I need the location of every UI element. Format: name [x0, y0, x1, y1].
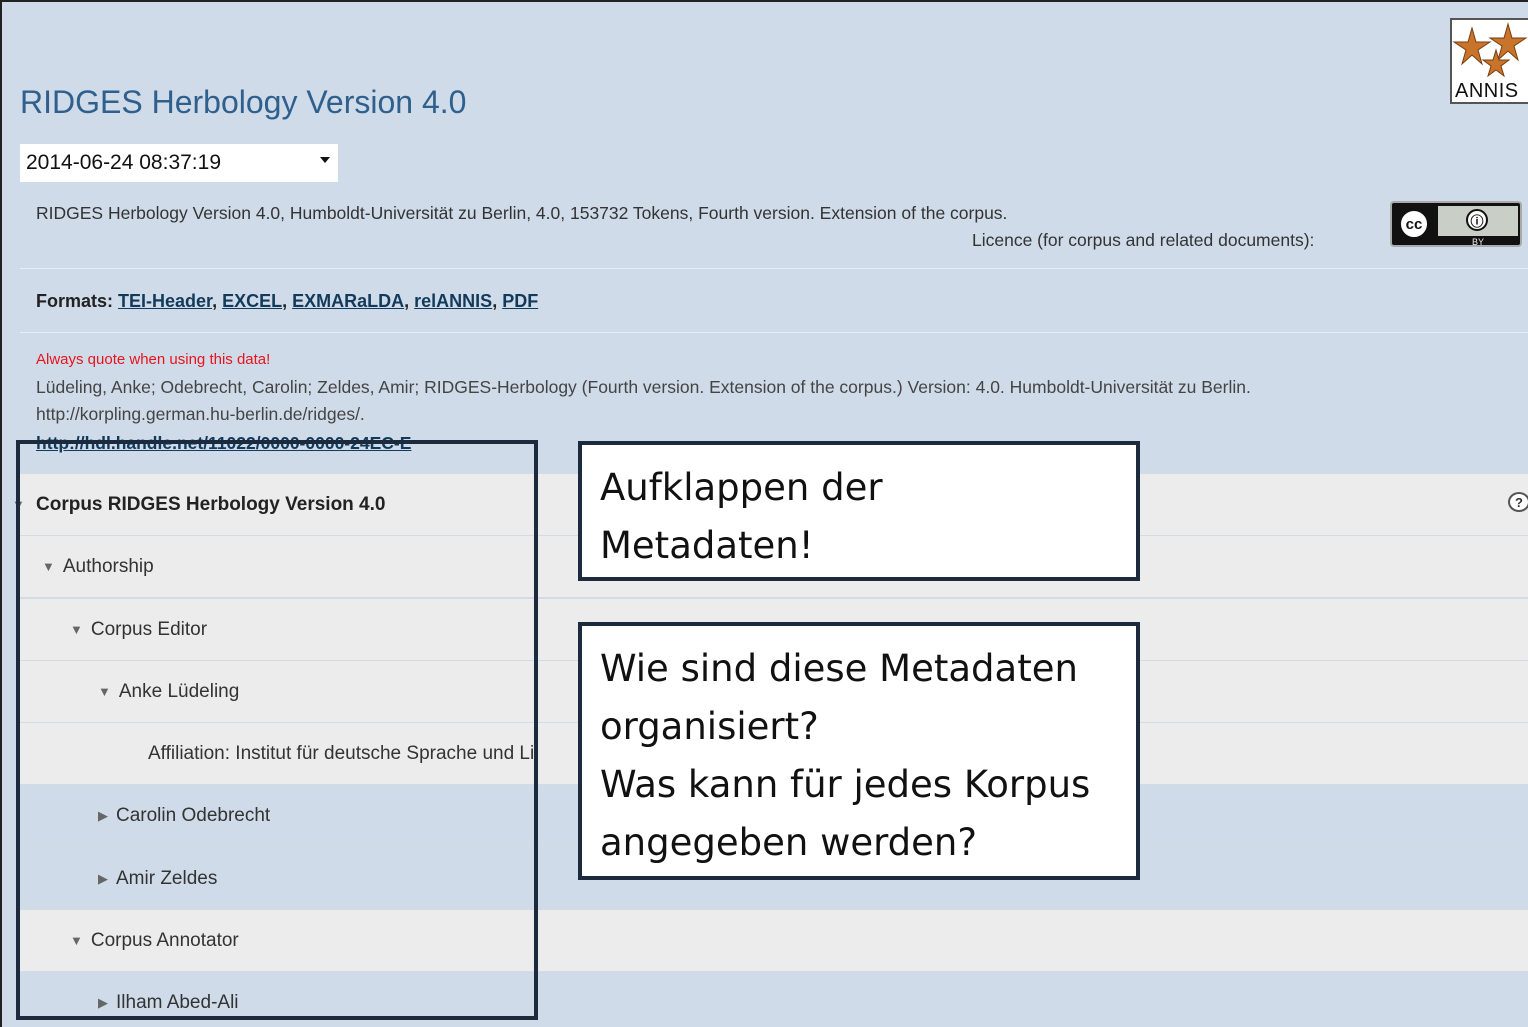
- format-link-tei-header[interactable]: TEI-Header: [118, 291, 212, 311]
- tree-root-label: Corpus RIDGES Herbology Version 4.0: [36, 493, 386, 515]
- callout-line: Metadaten!: [600, 524, 814, 567]
- citation-text: Lüdeling, Anke; Odebrecht, Carolin; Zeld…: [36, 374, 1516, 428]
- triangle-down-icon[interactable]: ▼: [42, 559, 55, 574]
- divider: [20, 332, 1528, 333]
- triangle-right-icon[interactable]: ▶: [98, 808, 108, 824]
- page-title: RIDGES Herbology Version 4.0: [20, 84, 467, 120]
- tree-row-label: Corpus Annotator: [90, 929, 239, 951]
- triangle-down-icon[interactable]: ▼: [12, 497, 25, 512]
- annis-logo: ANNIS: [1450, 18, 1528, 104]
- corpus-description: RIDGES Herbology Version 4.0, Humboldt-U…: [36, 203, 1008, 223]
- format-link-exmaralda[interactable]: EXMARaLDA: [292, 291, 404, 311]
- tree-row-label: Corpus Editor: [90, 618, 208, 640]
- formats-line: Formats: TEI-Header, EXCEL, EXMARaLDA, r…: [36, 291, 538, 312]
- format-link-pdf[interactable]: PDF: [502, 291, 538, 311]
- tree-row-label: Authorship: [62, 555, 154, 577]
- tree-row-label: Affiliation: Institut für deutsche Sprac…: [148, 742, 535, 764]
- callout-expand-metadata: Aufklappen der Metadaten!: [578, 441, 1140, 581]
- triangle-right-icon[interactable]: ▶: [98, 871, 108, 887]
- attribution-icon: ⓘ: [1466, 209, 1488, 231]
- star-anise-icon: [1452, 22, 1528, 78]
- cc-by-license-badge[interactable]: cc ⓘ BY: [1390, 201, 1522, 247]
- comma: ,: [212, 291, 223, 311]
- triangle-right-icon[interactable]: ▶: [98, 995, 108, 1011]
- callout-line: angegeben werden?: [600, 821, 978, 864]
- tree-row-ilham-abed-ali[interactable]: ▶ Ilham Abed-Ali: [20, 971, 1528, 1027]
- citation-line-1: Lüdeling, Anke; Odebrecht, Carolin; Zeld…: [36, 377, 1251, 397]
- chevron-down-icon[interactable]: [320, 157, 330, 163]
- divider: [20, 268, 1528, 269]
- format-link-excel[interactable]: EXCEL: [222, 291, 282, 311]
- cc-icon: cc: [1398, 208, 1430, 240]
- triangle-down-icon[interactable]: ▼: [70, 622, 83, 637]
- callout-metadata-questions: Wie sind diese Metadaten organisiert? Wa…: [578, 622, 1140, 880]
- tree-row-label: Amir Zeldes: [116, 867, 218, 889]
- callout-line: organisiert?: [600, 705, 819, 748]
- triangle-down-icon[interactable]: ▼: [98, 684, 111, 699]
- callout-line: Wie sind diese Metadaten: [600, 647, 1078, 690]
- comma: ,: [404, 291, 415, 311]
- licence-label: Licence (for corpus and related document…: [972, 230, 1315, 250]
- version-select-value: 2014-06-24 08:37:19: [26, 151, 221, 174]
- handle-link[interactable]: http://hdl.handle.net/11022/0000-0000-24…: [36, 433, 411, 454]
- tree-row-label: Carolin Odebrecht: [116, 804, 271, 826]
- comma: ,: [492, 291, 503, 311]
- formats-label: Formats:: [36, 291, 114, 311]
- quote-warning: Always quote when using this data!: [36, 351, 271, 368]
- format-link-relannis[interactable]: relANNIS: [414, 291, 492, 311]
- callout-line: Aufklappen der: [600, 466, 883, 509]
- version-select[interactable]: 2014-06-24 08:37:19: [20, 144, 338, 182]
- citation-line-2: http://korpling.german.hu-berlin.de/ridg…: [36, 404, 365, 424]
- comma: ,: [282, 291, 293, 311]
- tree-row-label: Anke Lüdeling: [118, 680, 240, 702]
- triangle-down-icon[interactable]: ▼: [70, 933, 83, 948]
- tree-row-label: Ilham Abed-Ali: [116, 991, 239, 1013]
- callout-line: Was kann für jedes Korpus: [600, 763, 1091, 806]
- logo-text: ANNIS: [1455, 80, 1519, 102]
- tree-row-corpus-annotator[interactable]: ▼ Corpus Annotator: [20, 909, 1528, 971]
- by-label: BY: [1472, 237, 1485, 247]
- help-icon[interactable]: ?: [1508, 492, 1528, 512]
